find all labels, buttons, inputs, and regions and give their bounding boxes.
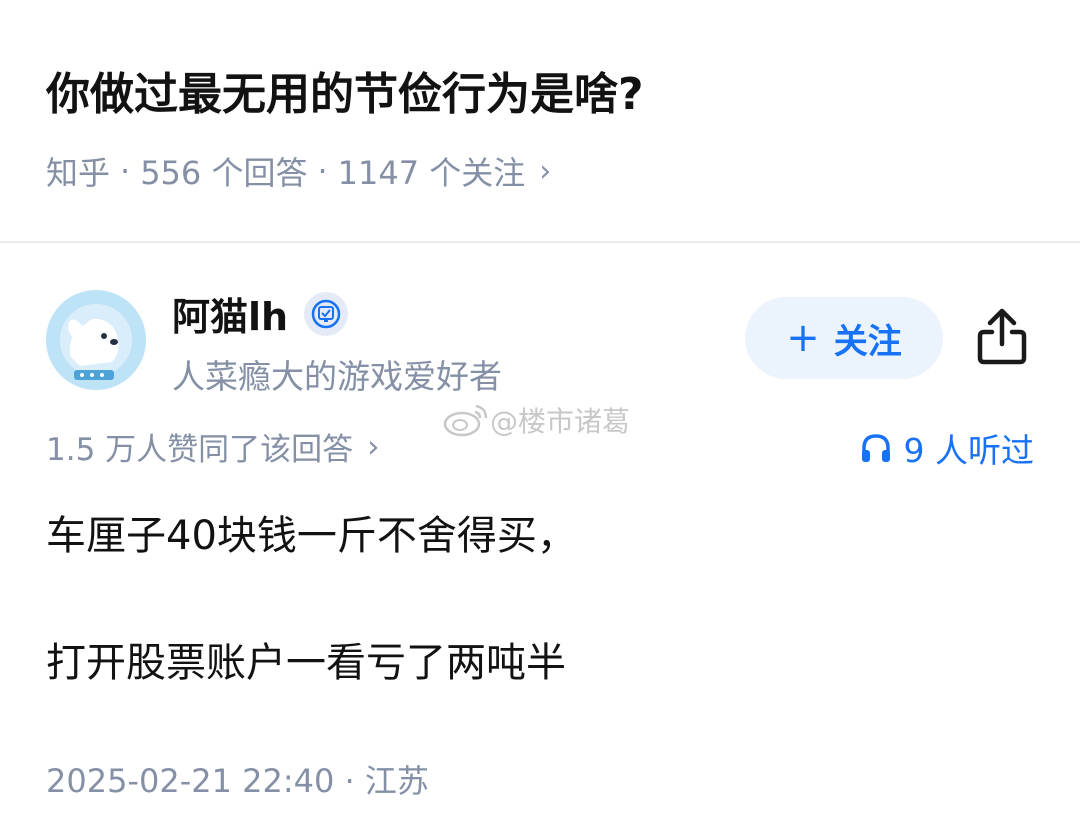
verified-badge-icon: [304, 291, 349, 336]
answer-timestamp: 2025-02-21 22:40 · 江苏: [46, 762, 429, 800]
author-name[interactable]: 阿猫lh: [172, 286, 288, 341]
chevron-right-icon: ›: [367, 428, 380, 465]
listened-label: 9 人听过: [903, 431, 1035, 470]
meta-followers-count: 1147 个关注: [337, 154, 526, 192]
watermark: @楼市诸葛: [442, 400, 630, 440]
question-title: 你做过最无用的节俭行为是啥?: [46, 69, 644, 120]
watermark-text: @楼市诸葛: [490, 405, 631, 438]
meta-separator: ·: [120, 152, 131, 190]
weibo-logo-icon: [443, 404, 488, 437]
follow-button-label: 关注: [833, 321, 902, 362]
author-name-row[interactable]: 阿猫lh: [172, 286, 349, 341]
answer-paragraph: 打开股票账户一看亏了两吨半: [46, 640, 566, 686]
headphones-icon: [861, 434, 890, 462]
likes-count: 1.5 万人赞同了该回答: [46, 432, 354, 468]
author-bio: 人菜瘾大的游戏爱好者: [172, 357, 502, 396]
share-icon: [977, 308, 1027, 365]
section-divider: [0, 241, 1080, 243]
meta-answers-count: 556 个回答: [140, 154, 308, 192]
answer-paragraph: 车厘子40块钱一斤不舍得买，: [46, 513, 577, 559]
chevron-right-icon: ›: [539, 153, 552, 189]
follow-button[interactable]: + 关注: [745, 297, 943, 379]
likes-summary[interactable]: 1.5 万人赞同了该回答 ›: [46, 424, 380, 469]
question-meta[interactable]: 知乎 · 556 个回答 · 1147 个关注 ›: [46, 148, 551, 194]
listened-count[interactable]: 9 人听过: [860, 424, 1035, 472]
meta-source: 知乎: [46, 154, 111, 192]
plus-icon: +: [786, 315, 820, 361]
avatar[interactable]: [46, 290, 146, 390]
dog-avatar-icon: [46, 290, 146, 390]
share-button[interactable]: [974, 306, 1030, 366]
meta-separator: ·: [317, 152, 328, 190]
